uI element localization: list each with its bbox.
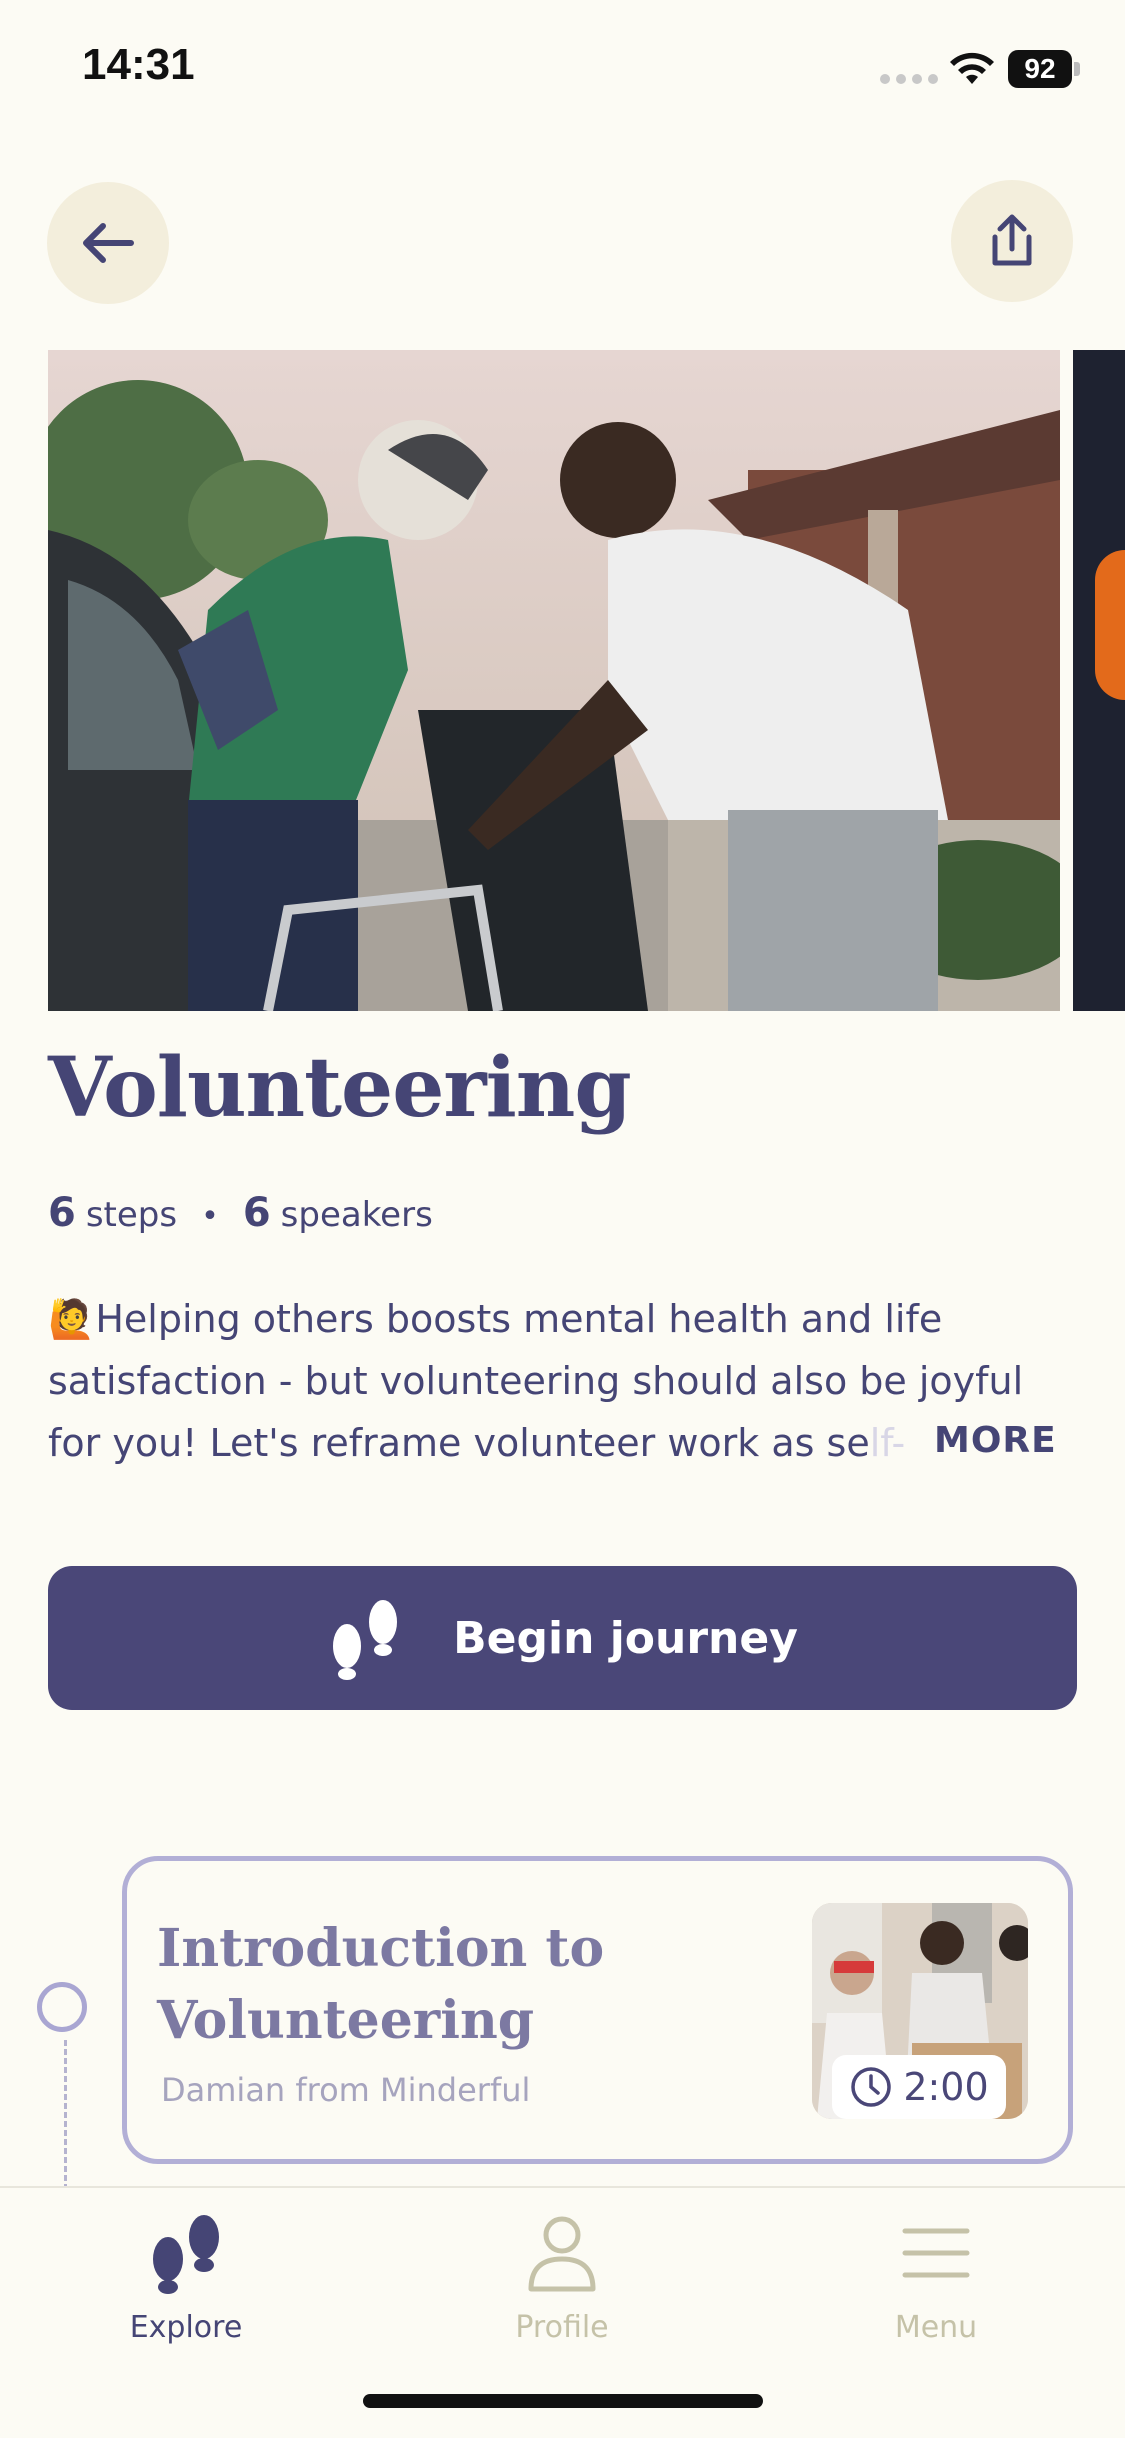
- step-title: Introduction to Volunteering: [157, 1918, 605, 2051]
- description-line-3: for you! Let's reframe volunteer work as…: [48, 1421, 870, 1465]
- description-fade: lf-: [869, 1421, 906, 1465]
- footprints-icon: [327, 1596, 403, 1680]
- share-button[interactable]: [951, 180, 1073, 302]
- clock-icon: [851, 2067, 892, 2107]
- next-hero-image-peek[interactable]: [1073, 350, 1125, 1011]
- tab-explore-label: Explore: [129, 2310, 243, 2345]
- timeline-node: [37, 1982, 87, 2032]
- journey-description: 🙋Helping others boosts mental health and…: [48, 1288, 1068, 1474]
- hamburger-icon: [836, 2208, 1036, 2298]
- tab-menu[interactable]: Menu: [836, 2208, 1036, 2345]
- battery-indicator: 92: [1008, 50, 1072, 88]
- tab-profile[interactable]: Profile: [462, 2208, 662, 2345]
- footprints-icon: [86, 2208, 286, 2298]
- home-indicator[interactable]: [363, 2394, 763, 2408]
- journey-title: Volunteering: [48, 1040, 632, 1136]
- step-card[interactable]: Introduction to Volunteering Damian from…: [122, 1856, 1073, 2164]
- steps-label: steps: [85, 1195, 178, 1235]
- description-line-1: Helping others boosts mental health and …: [95, 1297, 943, 1341]
- tab-explore[interactable]: Explore: [86, 2208, 286, 2345]
- person-icon: [462, 2208, 662, 2298]
- journey-meta: 6 steps • 6 speakers: [48, 1190, 433, 1236]
- meta-separator: •: [201, 1199, 219, 1234]
- back-button[interactable]: [47, 182, 169, 304]
- description-emoji: 🙋: [48, 1297, 96, 1341]
- share-icon: [992, 214, 1032, 266]
- description-line-2: satisfaction - but volunteering should a…: [48, 1359, 1024, 1403]
- steps-count: 6: [48, 1190, 76, 1236]
- step-speaker: Damian from Minderful: [161, 2071, 531, 2109]
- speakers-count: 6: [242, 1190, 271, 1236]
- cellular-signal-icon: [880, 74, 938, 84]
- more-button[interactable]: MORE: [934, 1420, 1057, 1461]
- timeline-connector: [64, 2040, 67, 2190]
- step-thumbnail: 2:00: [812, 1903, 1028, 2119]
- wifi-icon: [948, 48, 996, 92]
- begin-journey-button[interactable]: Begin journey: [48, 1566, 1077, 1710]
- duration-badge: 2:00: [832, 2055, 1006, 2119]
- tab-menu-label: Menu: [894, 2310, 978, 2345]
- status-bar: 14:31 92: [0, 0, 1125, 140]
- arrow-left-icon: [83, 223, 134, 263]
- speakers-label: speakers: [280, 1195, 433, 1235]
- duration-text: 2:00: [903, 2065, 989, 2109]
- tab-profile-label: Profile: [515, 2310, 609, 2345]
- begin-journey-label: Begin journey: [453, 1612, 798, 1664]
- status-time: 14:31: [82, 40, 195, 89]
- battery-nub: [1074, 62, 1080, 76]
- hero-image[interactable]: [48, 350, 1060, 1011]
